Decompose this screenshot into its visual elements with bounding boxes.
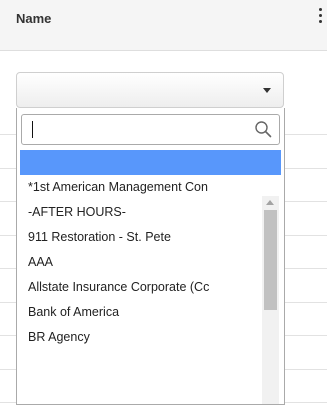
kebab-menu-icon[interactable] bbox=[318, 6, 324, 28]
list-item[interactable]: *1st American Management Con bbox=[17, 175, 277, 200]
column-title: Name bbox=[16, 11, 52, 26]
scroll-up-icon[interactable] bbox=[266, 200, 274, 205]
search-icon bbox=[255, 121, 272, 138]
highlighted-option[interactable] bbox=[20, 150, 281, 175]
chevron-down-icon[interactable] bbox=[263, 88, 271, 93]
list-item[interactable]: 911 Restoration - St. Pete bbox=[17, 225, 277, 250]
name-filter-select[interactable] bbox=[16, 72, 284, 108]
list-item[interactable]: Allstate Insurance Corporate (Cc bbox=[17, 275, 277, 300]
options-scrollbar[interactable] bbox=[262, 196, 279, 404]
text-caret bbox=[32, 121, 33, 138]
grid-page: Name *1st American Management Con -AFTER… bbox=[0, 0, 327, 405]
select-dropdown: *1st American Management Con -AFTER HOUR… bbox=[16, 108, 285, 405]
list-item[interactable]: BR Agency bbox=[17, 325, 277, 350]
list-item[interactable]: -AFTER HOURS- bbox=[17, 200, 277, 225]
dropdown-search bbox=[21, 114, 280, 145]
list-item[interactable]: AAA bbox=[17, 250, 277, 275]
option-list: *1st American Management Con -AFTER HOUR… bbox=[17, 175, 277, 350]
list-item[interactable]: Bank of America bbox=[17, 300, 277, 325]
column-header: Name bbox=[0, 0, 327, 51]
scrollbar-thumb[interactable] bbox=[264, 210, 277, 310]
dropdown-search-input[interactable] bbox=[21, 114, 280, 145]
